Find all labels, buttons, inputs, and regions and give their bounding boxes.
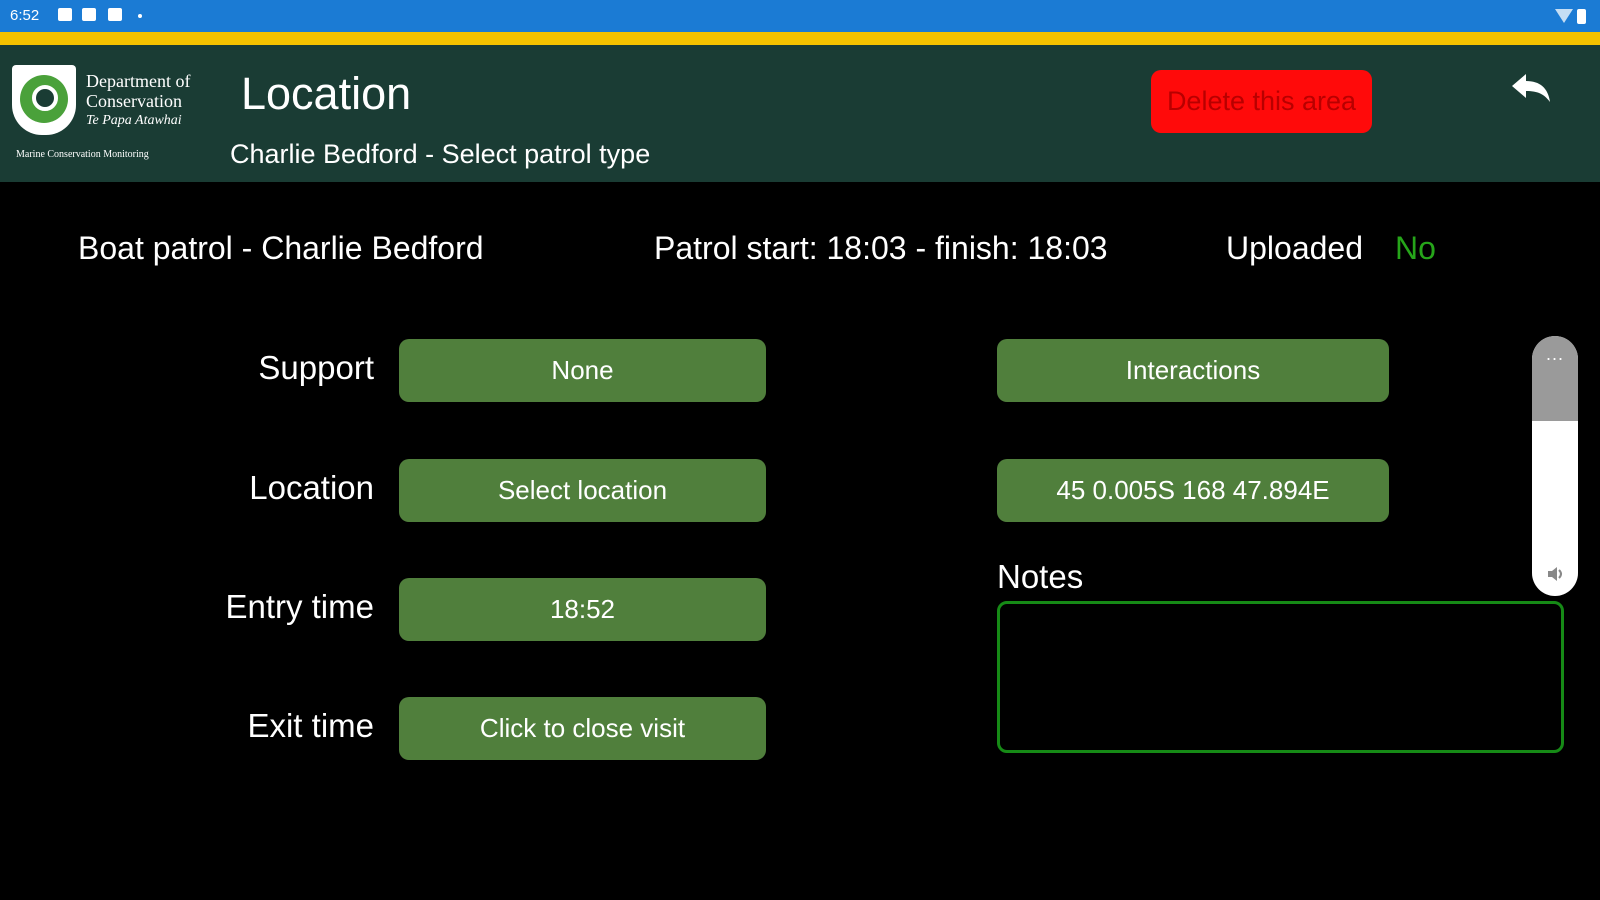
select-location-button[interactable]: Select location: [399, 459, 766, 522]
logo-line-1: Department of: [86, 71, 191, 91]
doc-shield-icon: [12, 65, 76, 135]
accent-stripe: [0, 32, 1600, 45]
gmail-icon: [82, 8, 96, 21]
doc-logo: Department of Conservation Te Papa Atawh…: [12, 65, 217, 180]
patrol-times-text: Patrol start: 18:03 - finish: 18:03: [654, 230, 1108, 266]
status-bar: 6:52: [0, 0, 1600, 32]
battery-icon: [1577, 8, 1586, 24]
status-time: 6:52: [10, 7, 40, 24]
exit-time-label: Exit time: [247, 707, 374, 744]
page-title: Location: [241, 68, 412, 119]
app-header: Department of Conservation Te Papa Atawh…: [0, 45, 1600, 182]
status-right: [1555, 7, 1586, 24]
location-label: Location: [249, 469, 374, 506]
photo-icon: [108, 8, 122, 21]
logo-text: Department of Conservation Te Papa Atawh…: [86, 71, 190, 131]
support-label: Support: [258, 349, 374, 386]
uploaded-status: No: [1395, 230, 1436, 266]
calendar-icon: [58, 8, 72, 21]
back-arrow-icon[interactable]: [1508, 70, 1556, 110]
interactions-button[interactable]: Interactions: [997, 339, 1389, 402]
support-button[interactable]: None: [399, 339, 766, 402]
notes-label: Notes: [997, 558, 1084, 595]
close-visit-button[interactable]: Click to close visit: [399, 697, 766, 760]
page-subtitle: Charlie Bedford - Select patrol type: [230, 139, 651, 169]
logo-line-3: Te Papa Atawhai: [86, 113, 182, 128]
entry-time-button[interactable]: 18:52: [399, 578, 766, 641]
delete-area-button[interactable]: Delete this area: [1151, 70, 1372, 133]
logo-line-2: Conservation: [86, 91, 182, 111]
volume-menu-icon[interactable]: ...: [1532, 344, 1578, 365]
coordinates-button[interactable]: 45 0.005S 168 47.894E: [997, 459, 1389, 522]
speaker-icon[interactable]: [1546, 564, 1566, 584]
volume-panel[interactable]: ...: [1532, 336, 1578, 596]
uploaded-label: Uploaded: [1226, 230, 1363, 266]
wifi-icon: [1555, 9, 1573, 24]
logo-caption: Marine Conservation Monitoring: [16, 149, 149, 160]
patrol-type-text: Boat patrol - Charlie Bedford: [78, 230, 484, 266]
entry-time-label: Entry time: [225, 588, 374, 625]
notes-field[interactable]: [997, 601, 1564, 753]
dot-icon: [138, 14, 142, 18]
